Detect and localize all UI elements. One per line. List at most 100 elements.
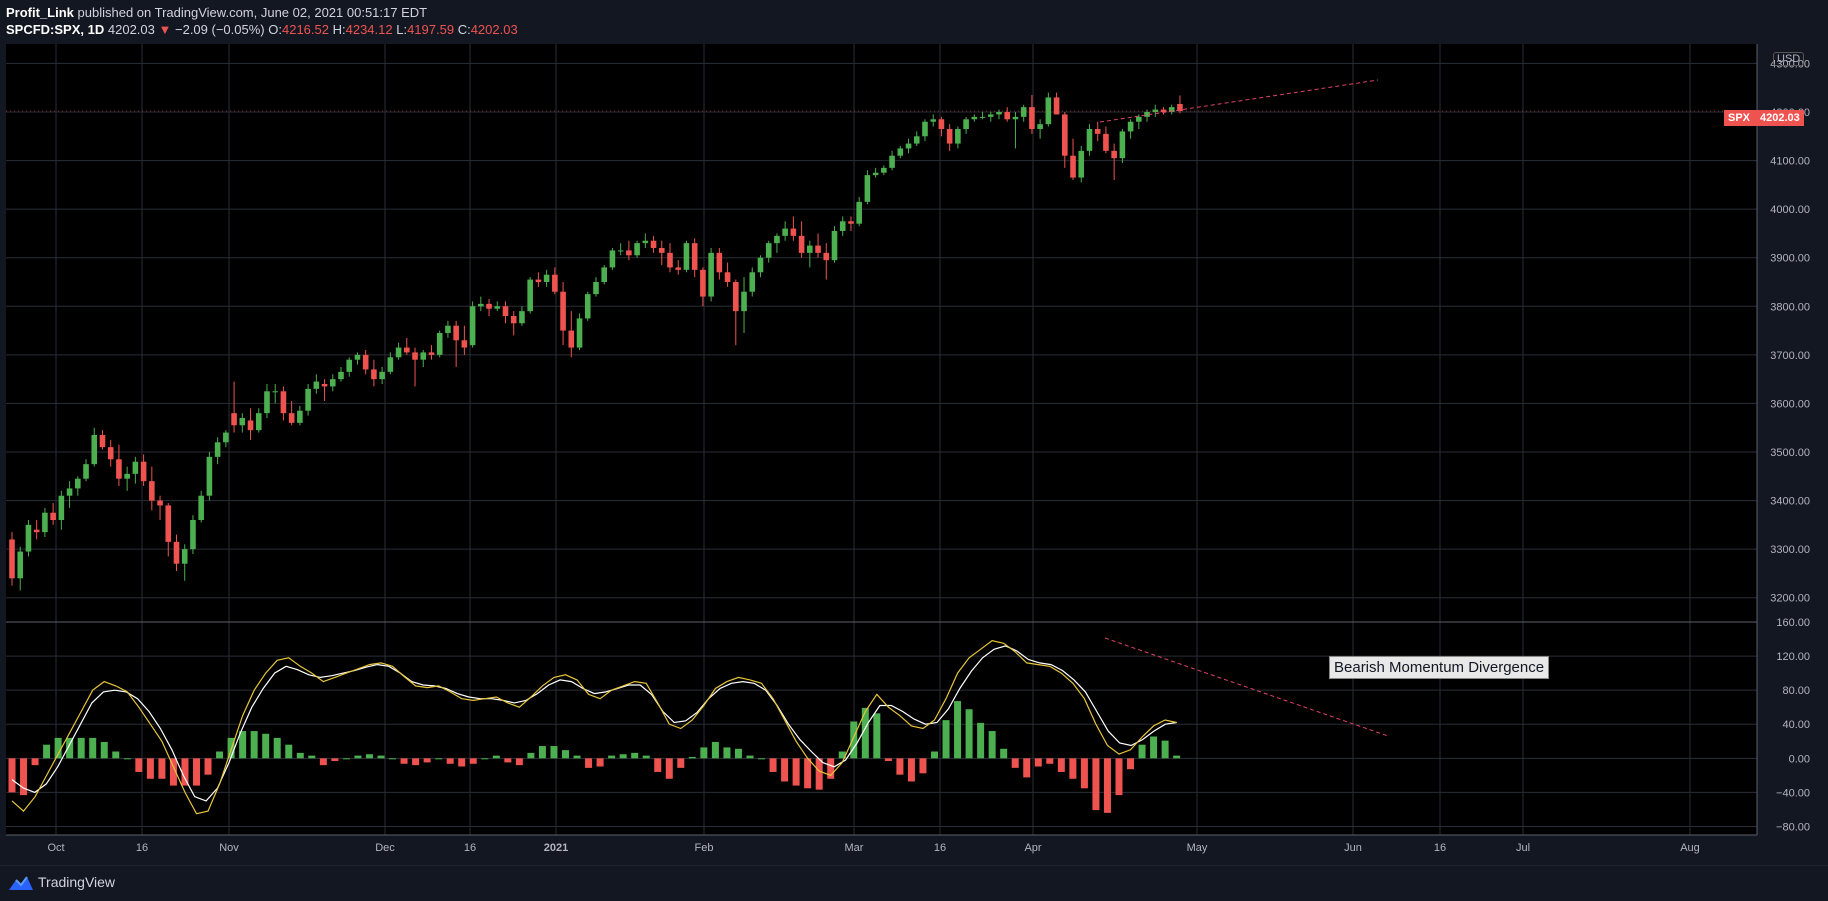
price-axis-label: 3800.00 [1770, 301, 1810, 313]
candle-body [362, 354, 369, 370]
time-axis-label: Oct [47, 842, 64, 854]
histogram-bar [319, 758, 327, 766]
tradingview-brand[interactable]: TradingView [8, 874, 115, 891]
oscillator-axis-label: 120.00 [1776, 651, 1810, 663]
histogram-bar [642, 755, 650, 759]
candle-body [552, 274, 558, 292]
time-axis-label: Feb [695, 842, 714, 854]
candle-body [25, 524, 32, 552]
candle-body [272, 391, 278, 393]
candle-body [223, 432, 229, 443]
price-axis-label: 3300.00 [1770, 544, 1810, 556]
candle [25, 520, 32, 557]
histogram-bar [1161, 740, 1169, 759]
candle-body [675, 267, 682, 270]
histogram-bar [954, 701, 962, 759]
candle-body [576, 318, 583, 348]
histogram-bar [342, 758, 350, 760]
candle-body [724, 272, 731, 282]
histogram-bar [1115, 758, 1123, 796]
candle-body [486, 303, 492, 309]
candle-body [58, 495, 65, 520]
candle-body [239, 418, 246, 426]
price-axis-label: 3700.00 [1770, 350, 1810, 362]
histogram-bar [446, 758, 454, 764]
candle-body [181, 549, 188, 564]
candle-body [1103, 133, 1109, 151]
candle [527, 277, 533, 314]
candle [1045, 92, 1052, 127]
divergence-annotation[interactable]: Bearish Momentum Divergence [1329, 656, 1550, 679]
chart-canvas[interactable]: 4300.004200.004100.004000.003900.003800.… [0, 0, 1828, 866]
candle-body [807, 245, 813, 253]
candle-body [206, 456, 213, 496]
currency-label[interactable]: USD [1773, 52, 1805, 66]
candle-body [313, 381, 320, 389]
candle [708, 248, 714, 302]
time-axis-label: 16 [1434, 842, 1446, 854]
candle-body [132, 461, 139, 474]
candle-body [691, 243, 698, 270]
histogram-bar [89, 737, 97, 759]
histogram-bar [884, 758, 892, 762]
candle-body [99, 435, 106, 448]
histogram-bar [965, 709, 973, 759]
candle-body [420, 352, 427, 360]
candle-body [502, 306, 509, 316]
histogram-bar [769, 758, 777, 772]
oscillator-axis-label: 160.00 [1776, 617, 1810, 629]
histogram-bar [43, 744, 51, 759]
histogram-bar [758, 758, 766, 760]
histogram-bar [204, 758, 212, 775]
candle-body [395, 347, 402, 358]
candle [190, 515, 196, 554]
candle-body [255, 413, 262, 431]
histogram-bar [481, 758, 489, 760]
histogram-bar [1000, 748, 1008, 759]
histogram-bar [239, 731, 247, 759]
candle-body [823, 252, 830, 261]
candle-body [404, 347, 410, 353]
price-axis-label: 3900.00 [1770, 253, 1810, 265]
time-axis-label: Apr [1024, 842, 1041, 854]
histogram-bar [354, 755, 362, 759]
histogram-bar [308, 755, 316, 759]
histogram-bar [677, 758, 685, 768]
histogram-bar [458, 758, 466, 767]
candle-body [881, 167, 887, 173]
candle-body [1078, 150, 1085, 178]
candle-body [700, 269, 706, 297]
histogram-bar [262, 733, 270, 759]
histogram-bar [8, 758, 16, 793]
candle-body [1012, 116, 1019, 120]
candle-body [519, 311, 525, 324]
candle-body [584, 294, 591, 319]
histogram-bar [873, 713, 881, 759]
time-axis-label: 16 [136, 842, 148, 854]
histogram-bar [654, 758, 662, 772]
candle-body [1152, 109, 1159, 112]
histogram-bar [365, 754, 373, 759]
last-price-badge: SPX 4202.03 [1724, 110, 1804, 126]
candle-body [741, 291, 747, 312]
candle-body [494, 306, 501, 309]
candle-body [560, 291, 566, 331]
histogram-bar [377, 755, 385, 759]
candle-body [17, 551, 24, 579]
histogram-bar [734, 748, 742, 759]
candle-body [1029, 107, 1035, 129]
histogram-bar [804, 758, 812, 789]
oscillator-axis-label: 80.00 [1782, 685, 1810, 697]
histogram-bar [1103, 758, 1111, 813]
candle-body [971, 116, 978, 120]
candle [9, 532, 15, 586]
histogram-bar [850, 721, 858, 759]
candle-body [905, 143, 912, 149]
candle-body [609, 250, 616, 268]
candle-body [1070, 155, 1076, 178]
histogram-bar [1023, 758, 1031, 778]
candle [576, 313, 583, 350]
histogram-bar [977, 722, 985, 759]
price-axis-label: 3400.00 [1770, 496, 1810, 508]
histogram-bar [792, 758, 800, 786]
